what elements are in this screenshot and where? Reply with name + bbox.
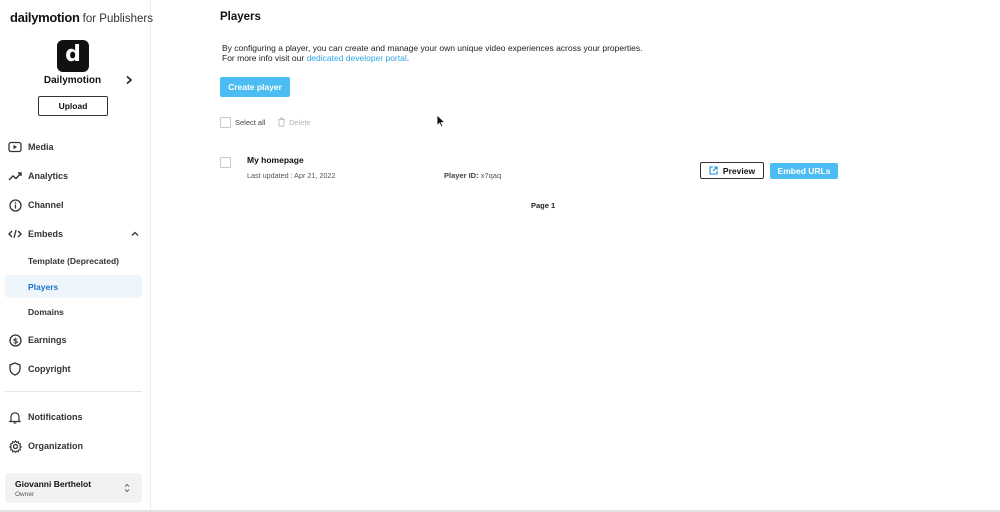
code-icon <box>8 227 22 241</box>
pagination: Page 1 <box>531 201 556 210</box>
upload-button[interactable]: Upload <box>38 96 108 116</box>
sidebar-item-label: Embeds <box>28 229 64 239</box>
player-last-updated: Last updated : Apr 21, 2022 <box>247 171 336 180</box>
sidebar: dailymotion for Publishers d Dailymotion… <box>0 0 153 512</box>
sidebar-subitem-players[interactable]: Players <box>5 275 142 298</box>
page-title: Players <box>220 11 261 23</box>
chevron-up-down-icon <box>124 483 130 493</box>
gear-icon <box>8 439 22 453</box>
intro-line-2-prefix: For more info visit our <box>222 53 307 63</box>
sidebar-item-label: Earnings <box>28 335 67 345</box>
intro-line-2: For more info visit our dedicated develo… <box>222 53 643 63</box>
mouse-cursor-icon <box>436 114 446 128</box>
sidebar-item-copyright[interactable]: Copyright <box>8 359 71 379</box>
sidebar-item-label: Analytics <box>28 171 69 181</box>
trash-icon <box>278 117 285 127</box>
create-player-button[interactable]: Create player <box>220 77 290 97</box>
chevron-up-icon[interactable] <box>130 229 140 239</box>
player-id-value: x7qaq <box>480 171 502 180</box>
embed-urls-button[interactable]: Embed URLs <box>770 163 838 179</box>
sidebar-item-label: Copyright <box>28 364 71 374</box>
select-all-label[interactable]: Select all <box>235 118 265 127</box>
player-id-label: Player ID: <box>444 171 479 180</box>
shield-icon <box>8 362 22 376</box>
player-name[interactable]: My homepage <box>247 155 304 165</box>
sidebar-item-earnings[interactable]: $ Earnings <box>8 330 67 350</box>
sidebar-item-channel[interactable]: Channel <box>8 195 64 215</box>
user-role: Owner <box>15 491 35 498</box>
sidebar-subitem-domains[interactable]: Domains <box>5 300 142 323</box>
sidebar-item-analytics[interactable]: Analytics <box>8 166 68 186</box>
play-square-icon <box>8 140 22 154</box>
sidebar-item-label: Organization <box>28 441 84 451</box>
chevron-right-icon[interactable] <box>124 75 134 85</box>
channel-avatar-letter: d <box>65 42 81 67</box>
player-checkbox[interactable] <box>220 157 231 168</box>
delete-button[interactable]: Delete <box>289 118 311 127</box>
developer-portal-link[interactable]: dedicated developer portal <box>307 53 407 63</box>
dollar-circle-icon: $ <box>8 333 22 347</box>
intro-line-1: By configuring a player, you can create … <box>222 43 643 53</box>
sidebar-subitem-template[interactable]: Template (Deprecated) <box>5 249 142 272</box>
sidebar-item-label: Notifications <box>28 412 83 422</box>
channel-avatar[interactable]: d <box>57 40 89 72</box>
intro-line-2-suffix: . <box>406 53 410 63</box>
brand-suffix: for Publishers <box>82 13 153 25</box>
sidebar-item-label: Channel <box>28 200 64 210</box>
user-switcher[interactable]: Giovanni Berthelot Owner <box>5 473 142 503</box>
brand-logo[interactable]: dailymotion for Publishers <box>10 10 153 26</box>
preview-button[interactable]: Preview <box>700 162 764 179</box>
intro-text: By configuring a player, you can create … <box>222 43 643 63</box>
sidebar-item-embeds[interactable]: Embeds <box>8 224 63 244</box>
brand-wordmark: dailymotion <box>10 10 80 25</box>
sidebar-item-notifications[interactable]: Notifications <box>8 407 83 427</box>
info-circle-icon <box>8 198 22 212</box>
sidebar-item-organization[interactable]: Organization <box>8 436 83 456</box>
select-all-checkbox[interactable] <box>220 117 231 128</box>
bell-icon <box>8 410 22 424</box>
sidebar-item-media[interactable]: Media <box>8 137 54 157</box>
trend-up-icon <box>8 169 22 183</box>
sidebar-item-label: Media <box>28 142 54 152</box>
preview-button-label: Preview <box>722 165 756 176</box>
user-name: Giovanni Berthelot <box>15 479 92 489</box>
player-id: Player ID: x7qaq <box>444 171 501 180</box>
external-link-icon <box>709 166 718 175</box>
sidebar-divider <box>5 391 142 392</box>
svg-text:$: $ <box>12 336 18 345</box>
